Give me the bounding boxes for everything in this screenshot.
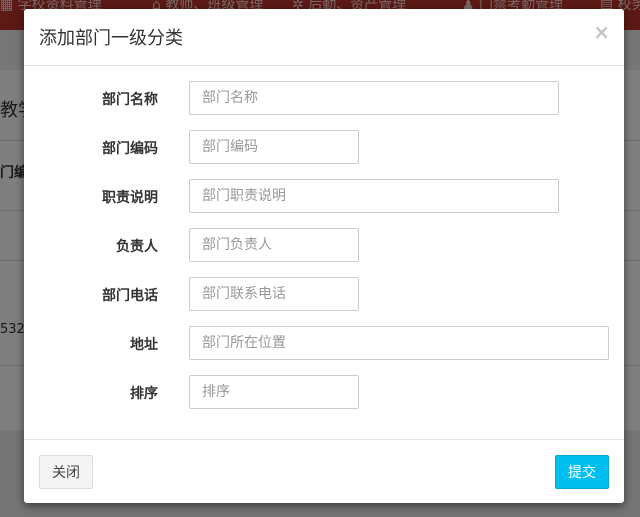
- responsibilities-label: 职责说明: [102, 190, 158, 206]
- sort-order-label: 排序: [130, 386, 158, 402]
- modal-title: 添加部门一级分类: [39, 28, 183, 49]
- form-row-address: 地址: [24, 326, 624, 360]
- department-code-label: 部门编码: [102, 141, 158, 157]
- form-row-sort-order: 排序: [24, 375, 624, 409]
- form-row-person-in-charge: 负责人: [24, 228, 624, 262]
- close-button[interactable]: 关闭: [39, 455, 93, 489]
- person-in-charge-input[interactable]: [189, 228, 359, 262]
- department-phone-input[interactable]: [189, 277, 359, 311]
- sort-order-input[interactable]: [189, 375, 359, 409]
- department-name-label: 部门名称: [102, 92, 158, 108]
- department-code-input[interactable]: [189, 130, 359, 164]
- close-icon[interactable]: ×: [593, 22, 610, 42]
- form-row-department-name: 部门名称: [24, 81, 624, 115]
- address-label: 地址: [130, 337, 158, 353]
- form-row-department-code: 部门编码: [24, 130, 624, 164]
- address-input[interactable]: [189, 326, 609, 360]
- form-row-responsibilities: 职责说明: [24, 179, 624, 213]
- modal-footer: 关闭 提交: [24, 439, 624, 504]
- responsibilities-input[interactable]: [189, 179, 559, 213]
- modal-header: 添加部门一级分类 ×: [24, 9, 624, 66]
- form-row-department-phone: 部门电话: [24, 277, 624, 311]
- department-phone-label: 部门电话: [102, 288, 158, 304]
- add-department-modal: 添加部门一级分类 × 部门名称 部门编码 职责说明 负责人 部门电话 地址 排序…: [24, 9, 624, 503]
- department-name-input[interactable]: [189, 81, 559, 115]
- person-in-charge-label: 负责人: [116, 239, 158, 255]
- submit-button[interactable]: 提交: [555, 455, 609, 489]
